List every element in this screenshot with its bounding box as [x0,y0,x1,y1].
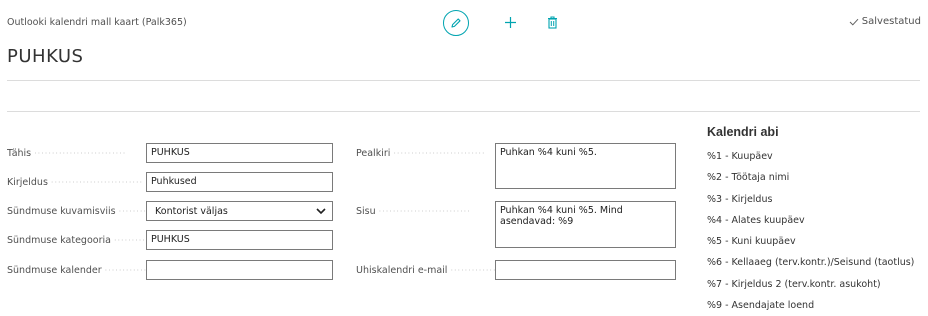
divider [7,80,920,81]
field-label: Kirjeldus [7,176,48,188]
page-title: PUHKUS [7,46,84,67]
field-kalender: Sündmuse kalender·······················… [7,260,333,280]
divider [7,111,920,112]
saved-status: Salvestatud [849,16,921,27]
help-list: %1 - Kuupäev %2 - Töötaja nimi %3 - Kirj… [707,148,914,316]
field-pealkiri: Pealkiri ·························· [356,147,486,159]
field-tahis: Tähis ·························· PUHKUS [7,143,333,163]
card-caption: Outlooki kalendri mall kaart (Palk365) [7,17,187,28]
edit-button[interactable] [443,10,469,36]
field-kategooria: Sündmuse kategooria·····················… [7,230,333,250]
help-item: %9 - Asendajate loend [707,300,815,312]
help-item: %6 - Kellaaeg (terv.kontr.)/Seisund (tao… [707,257,915,269]
kategooria-input[interactable]: PUHKUS [146,230,333,250]
field-label: Pealkiri [356,147,391,159]
select-value: Kontorist väljas [155,205,228,217]
help-item: %5 - Kuni kuupäev [707,236,796,248]
kalender-input[interactable] [146,260,333,280]
field-label: Sündmuse kuvamisviis [7,205,116,217]
new-button[interactable] [500,12,520,32]
field-label: Sündmuse kategooria [7,234,111,246]
help-item: %1 - Kuupäev [707,151,773,162]
trash-icon [547,15,557,29]
saved-label: Salvestatud [861,16,921,27]
help-item: %2 - Töötaja nimi [707,172,790,184]
help-item: %7 - Kirjeldus 2 (terv.kontr. asukoht) [707,278,881,290]
field-sisu: Sisu ·························· [356,205,471,217]
field-kuvamisviis: Sündmuse kuvamisviis····················… [7,201,333,221]
delete-button[interactable] [544,12,560,32]
help-item: %3 - Kirjeldus [707,193,773,205]
help-title: Kalendri abi [707,125,779,139]
pealkiri-textarea[interactable]: Puhkan %4 kuni %5. [495,143,676,189]
field-label: Sündmuse kalender [7,264,102,276]
kirjeldus-input[interactable]: Puhkused [146,172,333,192]
uhiskalendri-email-input[interactable] [495,260,676,280]
field-uhiskalendri-email: Ühiskalendri e-mail·····················… [356,260,676,280]
plus-icon [504,16,516,28]
sisu-textarea[interactable]: Puhkan %4 kuni %5. Mind asendavad: %9 [495,201,676,248]
chevron-down-icon [316,208,326,215]
checkmark-icon [849,18,859,26]
field-label: Tähis [7,147,32,159]
tahis-input[interactable]: PUHKUS [146,143,333,163]
help-item: %4 - Alates kuupäev [707,214,805,226]
field-kirjeldus: Kirjeldus ·························· Puhk… [7,172,333,192]
field-label: Sisu [356,205,376,217]
field-label: Ühiskalendri e-mail [356,264,448,276]
kuvamisviis-select[interactable]: Kontorist väljas [146,201,333,221]
pencil-icon [451,18,461,28]
